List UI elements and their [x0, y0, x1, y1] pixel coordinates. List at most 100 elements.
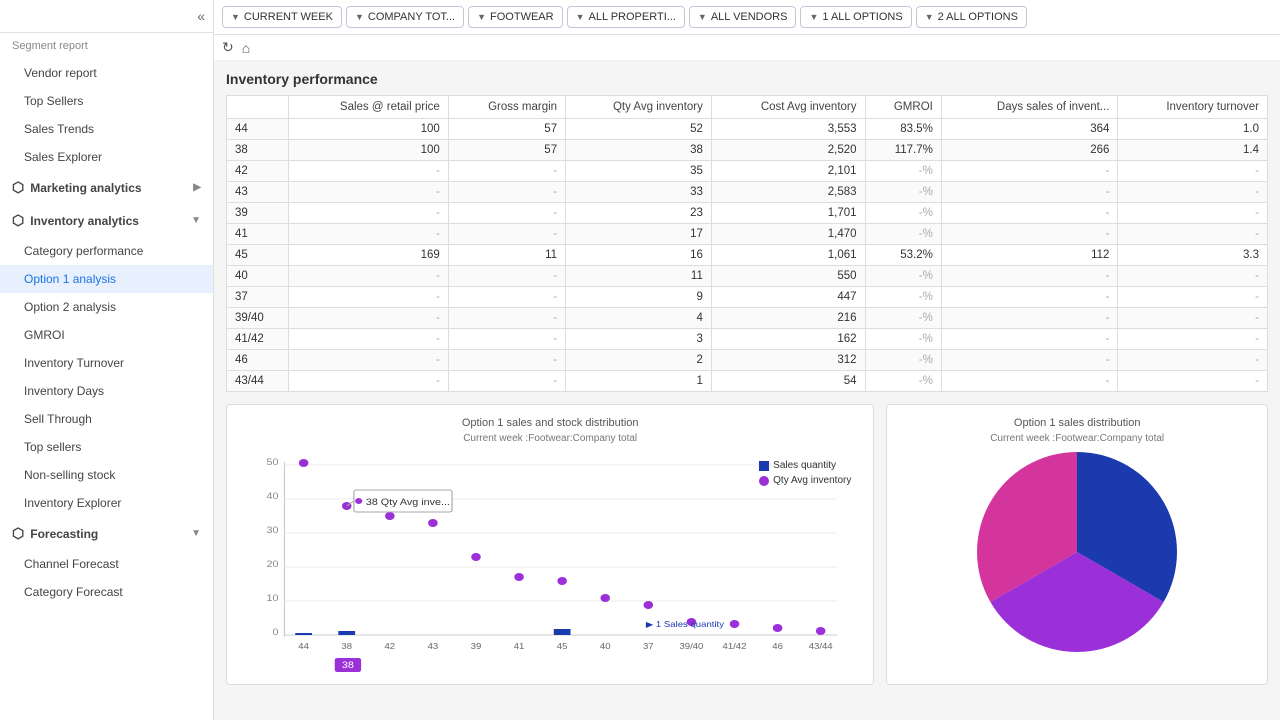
filter-week[interactable]: ▼ CURRENT WEEK [222, 6, 342, 28]
sidebar-item-sales-explorer[interactable]: Sales Explorer [0, 143, 213, 171]
row-cell: 1 [566, 371, 712, 392]
sidebar-item-category-forecast[interactable]: Category Forecast [0, 578, 213, 606]
row-cell: - [289, 287, 448, 308]
home-icon[interactable]: ⌂ [242, 40, 250, 56]
svg-text:44: 44 [298, 642, 309, 651]
row-cell: 100 [289, 119, 448, 140]
sidebar-item-inventory-days[interactable]: Inventory Days [0, 377, 213, 405]
row-cell: - [289, 203, 448, 224]
sidebar-item-gmroi[interactable]: GMROI [0, 321, 213, 349]
sidebar-item-option2-analysis[interactable]: Option 2 analysis [0, 293, 213, 321]
sidebar-item-segment-report[interactable]: Segment report [0, 33, 213, 59]
scatter-area: Sales quantity Qty Avg inventory 50 [239, 452, 861, 672]
vendors-label: ALL VENDORS [711, 11, 788, 23]
svg-text:20: 20 [267, 560, 279, 570]
sidebar: « Segment report Vendor report Top Selle… [0, 0, 214, 720]
sidebar-item-vendor-report[interactable]: Vendor report [0, 59, 213, 87]
table-row: 40--11550-%-- [227, 266, 1268, 287]
sidebar-item-option1-analysis[interactable]: Option 1 analysis [0, 265, 213, 293]
row-label: 37 [227, 287, 289, 308]
table-row: 41/42--3162-%-- [227, 329, 1268, 350]
refresh-icon[interactable]: ↻ [222, 39, 234, 56]
row-cell: - [289, 329, 448, 350]
row-cell: - [448, 182, 565, 203]
row-cell: 216 [711, 308, 865, 329]
table-row: 41--171,470-%-- [227, 224, 1268, 245]
row-cell: - [448, 287, 565, 308]
svg-text:37: 37 [643, 642, 654, 651]
sidebar-item-top-sellers[interactable]: Top sellers [0, 433, 213, 461]
table-row: 3810057382,520117.7%2661.4 [227, 140, 1268, 161]
footwear-label: FOOTWEAR [490, 11, 554, 23]
row-cell: - [941, 287, 1118, 308]
svg-text:30: 30 [267, 526, 279, 536]
row-cell: 1.4 [1118, 140, 1268, 161]
week-arrow: ▼ [231, 12, 240, 22]
col-header-cost: Cost Avg inventory [711, 96, 865, 119]
row-cell: - [289, 308, 448, 329]
row-cell: - [1118, 161, 1268, 182]
row-cell: 447 [711, 287, 865, 308]
table-row: 4516911161,06153.2%1123.3 [227, 245, 1268, 266]
sidebar-item-top-sellers-sales[interactable]: Top Sellers [0, 87, 213, 115]
row-cell: 9 [566, 287, 712, 308]
sidebar-section-marketing[interactable]: ⬡ Marketing analytics ▶ [0, 171, 213, 204]
row-cell: -% [865, 203, 941, 224]
sidebar-section-forecasting[interactable]: ⬡ Forecasting ▼ [0, 517, 213, 550]
sidebar-item-inventory-turnover[interactable]: Inventory Turnover [0, 349, 213, 377]
legend-qty-label: Qty Avg inventory [773, 475, 851, 486]
row-cell: 35 [566, 161, 712, 182]
sidebar-item-non-selling-stock[interactable]: Non-selling stock [0, 461, 213, 489]
row-cell: -% [865, 287, 941, 308]
filter-company[interactable]: ▼ COMPANY TOT... [346, 6, 464, 28]
svg-text:41: 41 [514, 642, 525, 651]
row-label: 45 [227, 245, 289, 266]
col-header-turnover: Inventory turnover [1118, 96, 1268, 119]
forecasting-chevron: ▼ [191, 528, 201, 539]
row-cell: - [941, 203, 1118, 224]
chart2-subtitle: Current week :Footwear:Company total [899, 433, 1255, 444]
row-cell: 17 [566, 224, 712, 245]
filter-vendors[interactable]: ▼ ALL VENDORS [689, 6, 797, 28]
row-label: 40 [227, 266, 289, 287]
row-cell: - [289, 371, 448, 392]
filter-properties[interactable]: ▼ ALL PROPERTI... [567, 6, 685, 28]
sidebar-item-category-performance[interactable]: Category performance [0, 237, 213, 265]
row-cell: -% [865, 329, 941, 350]
row-label: 46 [227, 350, 289, 371]
sidebar-item-sales-trends[interactable]: Sales Trends [0, 115, 213, 143]
forecasting-icon: ⬡ [12, 525, 24, 542]
row-label: 43 [227, 182, 289, 203]
company-arrow: ▼ [355, 12, 364, 22]
sidebar-header: « [0, 0, 213, 33]
row-cell: 11 [566, 266, 712, 287]
inventory-icon: ⬡ [12, 212, 24, 229]
inventory-table: Sales @ retail price Gross margin Qty Av… [226, 95, 1268, 392]
svg-text:38: 38 [341, 642, 352, 651]
row-cell: 54 [711, 371, 865, 392]
svg-text:▶ 1 Sales quantity: ▶ 1 Sales quantity [646, 620, 725, 629]
row-cell: - [448, 308, 565, 329]
sidebar-section-inventory[interactable]: ⬡ Inventory analytics ▼ [0, 204, 213, 237]
table-row: 46--2312-%-- [227, 350, 1268, 371]
table-row: 37--9447-%-- [227, 287, 1268, 308]
filter-options1[interactable]: ▼ 1 ALL OPTIONS [800, 6, 911, 28]
sidebar-item-sell-through[interactable]: Sell Through [0, 405, 213, 433]
sidebar-item-channel-forecast[interactable]: Channel Forecast [0, 550, 213, 578]
row-cell: - [1118, 182, 1268, 203]
row-cell: 1,701 [711, 203, 865, 224]
forecasting-label: Forecasting [30, 527, 98, 541]
collapse-icon[interactable]: « [197, 8, 205, 24]
row-cell: 112 [941, 245, 1118, 266]
toolbar: ↻ ⌂ [214, 35, 1280, 61]
filter-options2[interactable]: ▼ 2 ALL OPTIONS [916, 6, 1027, 28]
row-cell: 53.2% [865, 245, 941, 266]
sidebar-item-inventory-explorer[interactable]: Inventory Explorer [0, 489, 213, 517]
row-label: 43/44 [227, 371, 289, 392]
filter-footwear[interactable]: ▼ FOOTWEAR [468, 6, 562, 28]
svg-text:43/44: 43/44 [809, 642, 833, 651]
row-cell: 1.0 [1118, 119, 1268, 140]
row-cell: 33 [566, 182, 712, 203]
inventory-chevron: ▼ [191, 215, 201, 226]
row-label: 39 [227, 203, 289, 224]
